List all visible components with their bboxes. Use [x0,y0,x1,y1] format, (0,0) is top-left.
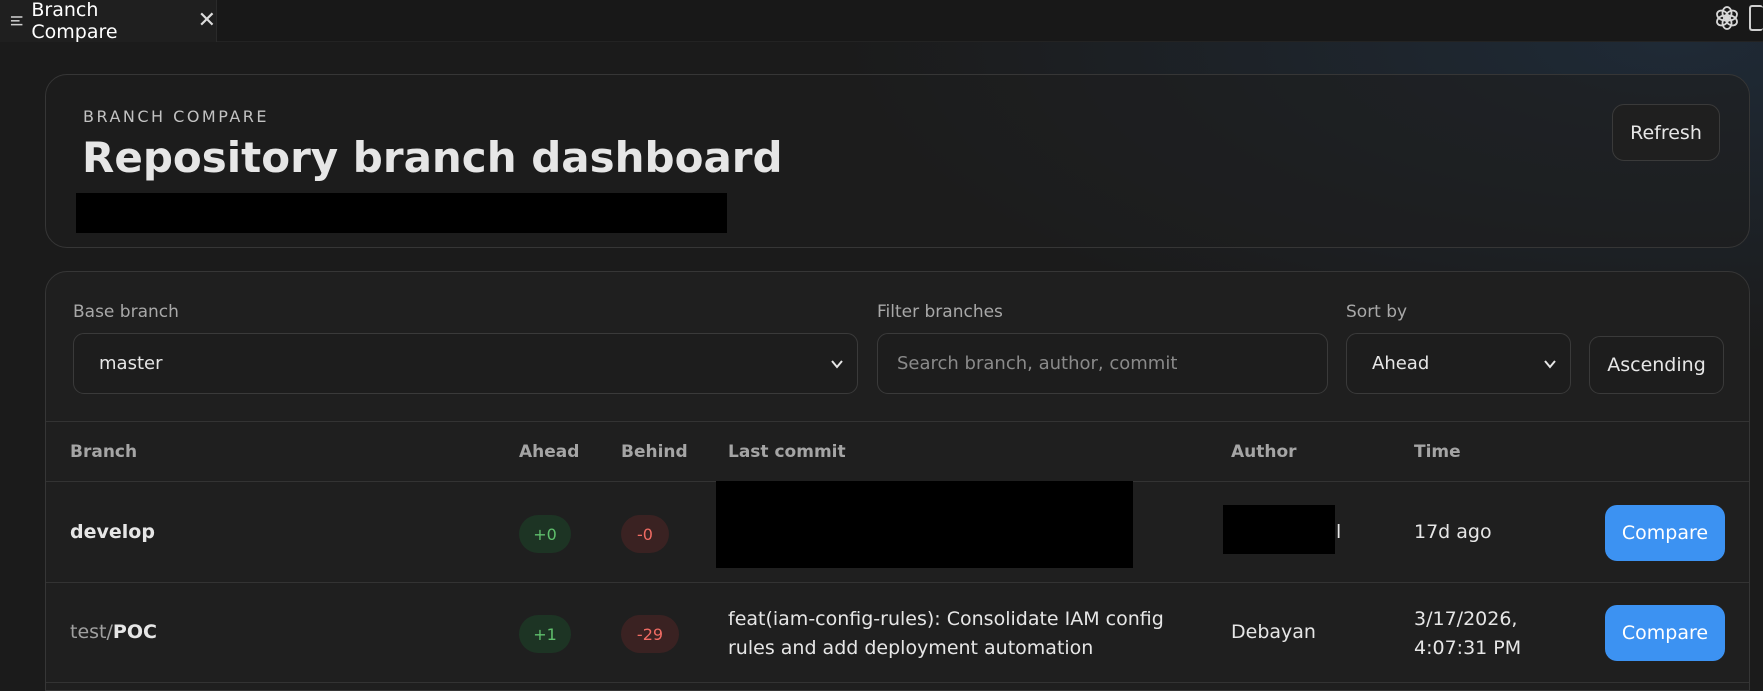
branch-leaf: develop [70,521,155,543]
branch-prefix: test/ [70,621,113,643]
split-editor-icon[interactable] [1749,5,1763,31]
ahead-badge: +0 [519,515,571,553]
table-row: develop +0 -0 l 17d ago Compare [46,481,1749,583]
chevron-down-icon [1544,360,1556,369]
author-name: Debayan [1231,621,1316,643]
sort-order-button[interactable]: Ascending [1589,336,1724,394]
sort-by-label: Sort by [1346,302,1408,322]
editor-tab-bar: Branch Compare ✕ [0,0,1763,43]
base-branch-label: Base branch [73,302,179,322]
page-title: Repository branch dashboard [82,133,783,182]
table-row: test/POC +1 -29 feat(iam-config-rules): … [46,583,1749,683]
sort-by-select[interactable]: Ahead [1346,333,1571,394]
tab-title: Branch Compare [31,0,118,43]
close-icon[interactable]: ✕ [198,10,216,32]
column-last-commit[interactable]: Last commit [728,442,846,462]
eyebrow-label: BRANCH COMPARE [83,107,270,126]
column-author[interactable]: Author [1231,442,1297,462]
dashboard-main: BRANCH COMPARE Repository branch dashboa… [0,42,1763,691]
redacted-author [1223,505,1335,554]
redacted-block [76,193,727,233]
tab-branch-compare[interactable]: Branch Compare ✕ [0,0,217,43]
redacted-commit [716,481,1133,568]
header-card: BRANCH COMPARE Repository branch dashboa… [45,74,1750,248]
compare-button[interactable]: Compare [1605,605,1725,661]
base-branch-select[interactable]: master [73,333,858,394]
author-name: l [1336,521,1342,543]
column-time[interactable]: Time [1414,442,1461,462]
column-ahead[interactable]: Ahead [519,442,579,462]
column-behind[interactable]: Behind [621,442,688,462]
search-input[interactable]: Search branch, author, commit [877,333,1328,394]
chevron-down-icon [831,360,843,369]
last-commit-message: feat(iam-config-rules): Consolidate IAM … [728,608,1164,659]
refresh-button[interactable]: Refresh [1612,104,1720,161]
sort-by-value: Ahead [1372,353,1430,374]
branch-name[interactable]: develop [70,521,155,543]
search-placeholder: Search branch, author, commit [897,353,1178,374]
filter-branches-label: Filter branches [877,302,1003,322]
table-header: Branch Ahead Behind Last commit Author T… [46,421,1749,482]
behind-badge: -29 [621,615,679,653]
list-icon [10,16,23,26]
branches-panel: Base branch master Filter branches Searc… [45,271,1750,691]
top-right-toolbar [1713,4,1763,32]
base-branch-value: master [99,353,163,374]
openai-icon[interactable] [1713,4,1741,32]
branch-leaf: POC [112,621,157,643]
behind-badge: -0 [621,515,669,553]
ahead-badge: +1 [519,615,571,653]
commit-time: 17d ago [1414,521,1492,543]
column-branch[interactable]: Branch [70,442,137,462]
commit-time: 3/17/2026, 4:07:31 PM [1414,608,1522,659]
branch-name[interactable]: test/POC [70,621,157,643]
compare-button[interactable]: Compare [1605,505,1725,561]
